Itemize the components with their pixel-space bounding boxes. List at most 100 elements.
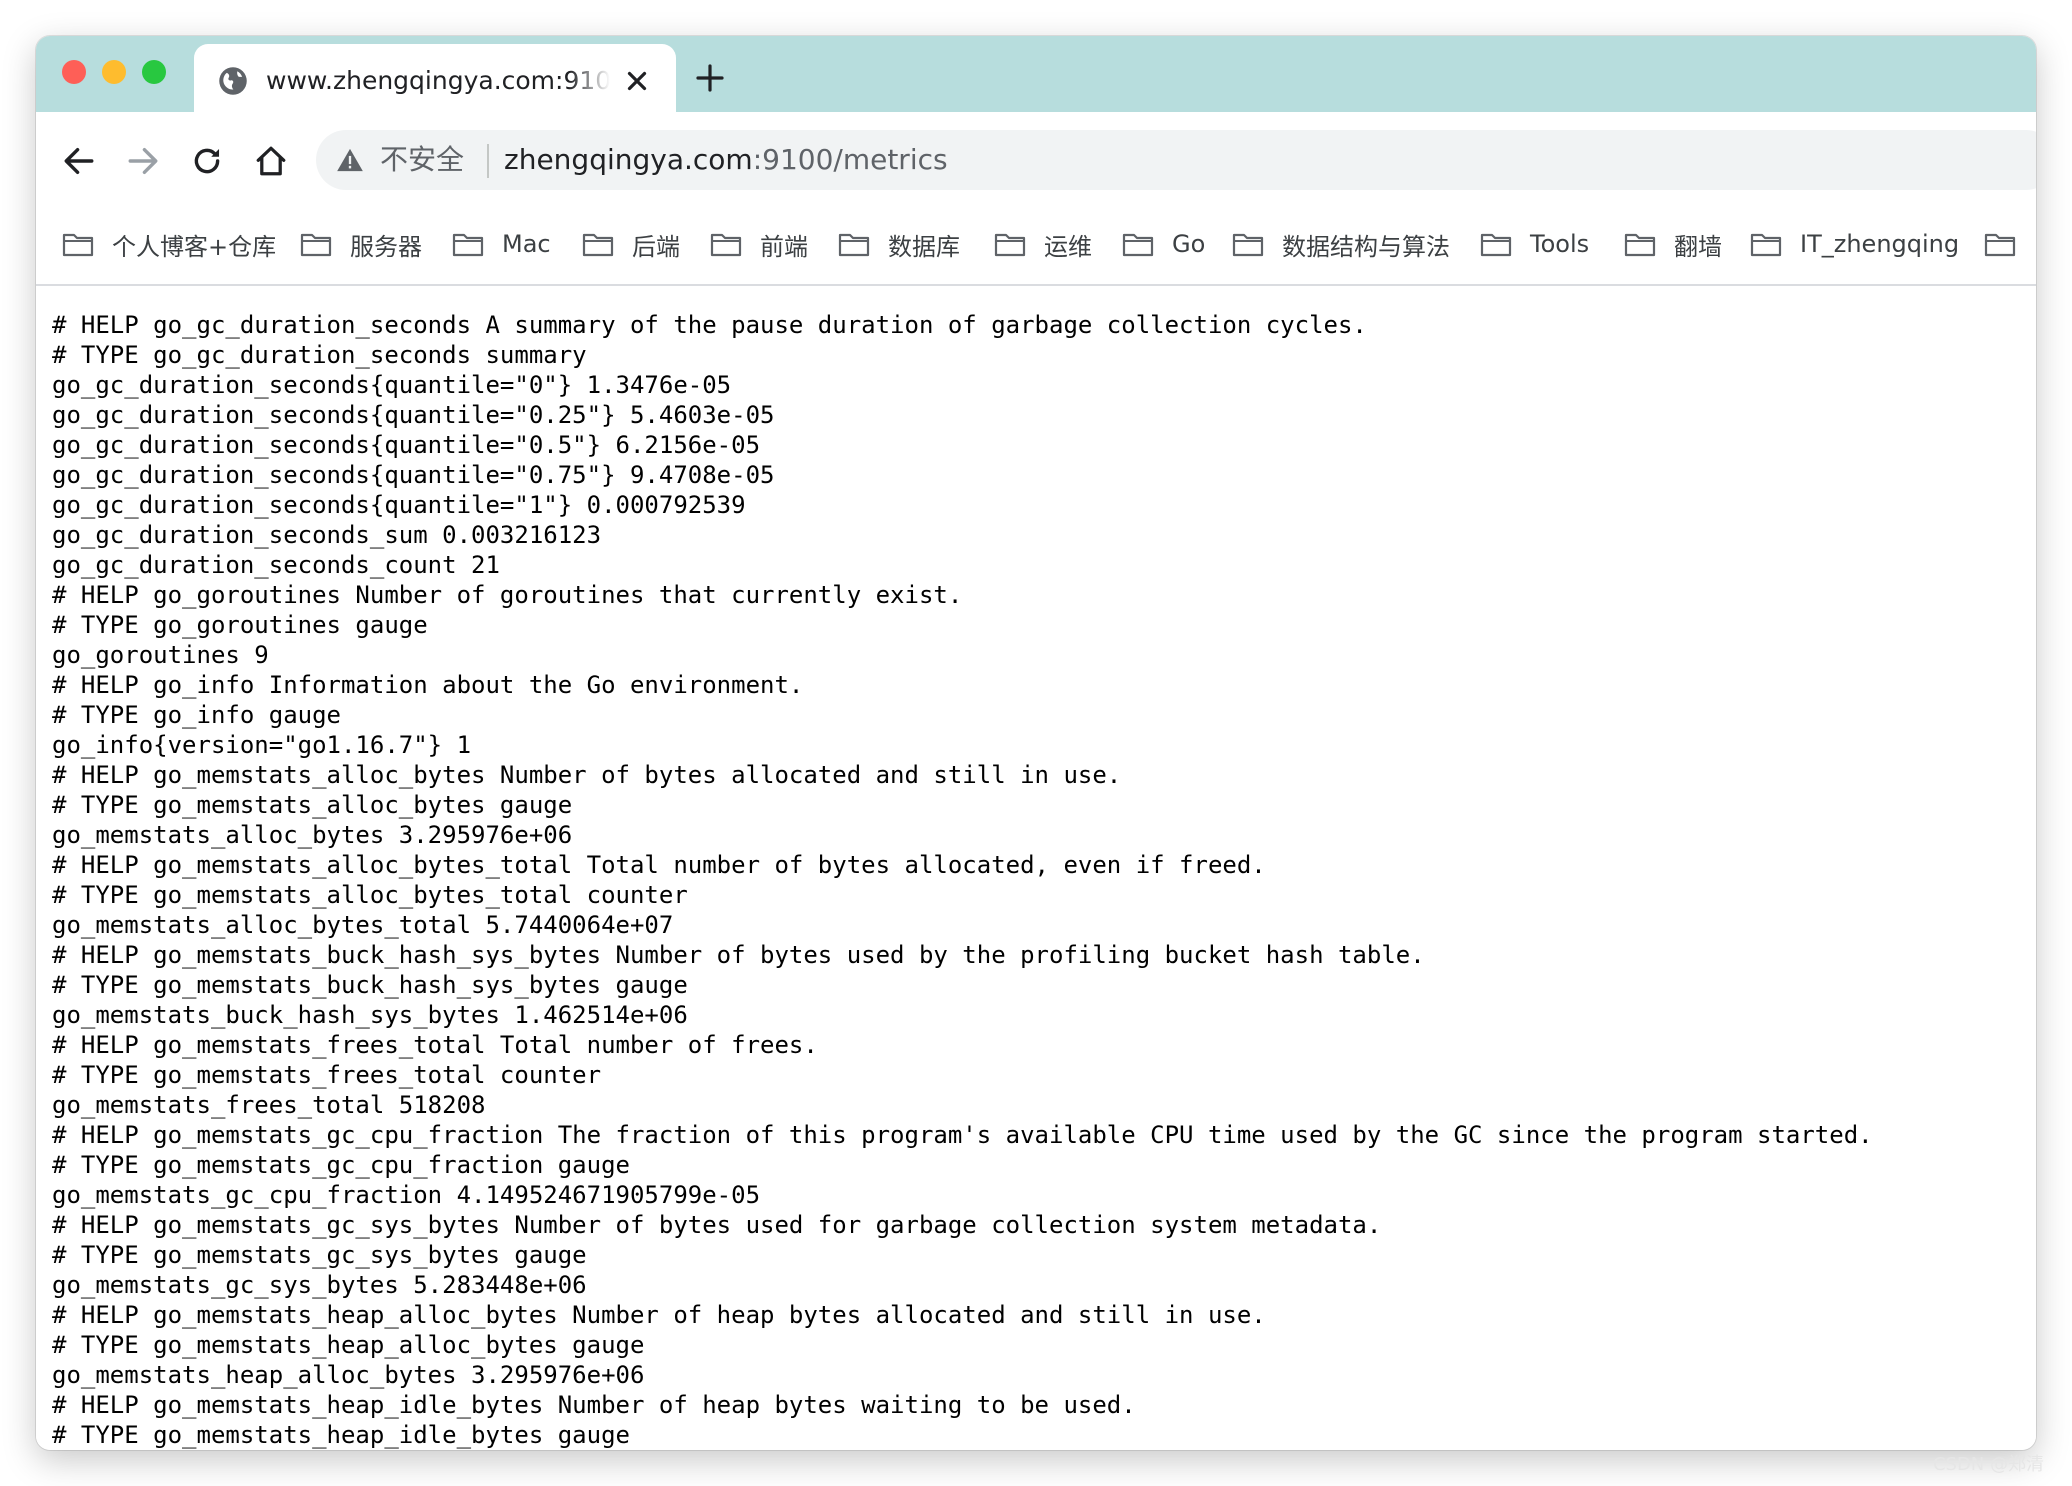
folder-icon <box>1750 233 1782 257</box>
metric-line: go_memstats_heap_alloc_bytes 3.295976e+0… <box>52 1361 645 1389</box>
metric-line: go_memstats_buck_hash_sys_bytes 1.462514… <box>52 1001 688 1029</box>
folder-icon <box>300 233 332 257</box>
metric-line: # HELP go_memstats_gc_cpu_fraction The f… <box>52 1121 1873 1149</box>
metric-line: go_gc_duration_seconds_sum 0.003216123 <box>52 521 602 549</box>
metric-line: # HELP go_memstats_frees_total Total num… <box>52 1031 818 1059</box>
metric-line: go_gc_duration_seconds{quantile="0.5"} 6… <box>52 431 761 459</box>
metric-line: go_memstats_gc_cpu_fraction 4.1495246719… <box>52 1181 761 1209</box>
globe-icon <box>219 67 247 95</box>
bookmark-label: 服务器 <box>350 232 422 261</box>
metric-line: go_memstats_gc_sys_bytes 5.283448e+06 <box>52 1271 587 1299</box>
folder-icon <box>838 233 870 257</box>
metric-line: # HELP go_memstats_gc_sys_bytes Number o… <box>52 1211 1382 1239</box>
bookmark-item[interactable]: 翻墙 <box>1624 226 1722 262</box>
warning-triangle-icon[interactable] <box>336 146 364 174</box>
bookmark-label: 翻墙 <box>1674 232 1722 261</box>
close-window-button[interactable] <box>62 60 86 84</box>
url-path: :9100/metrics <box>752 143 948 176</box>
bookmark-item[interactable]: 数据结构与算法 <box>1232 226 1450 262</box>
bookmark-label: I <box>2034 230 2036 258</box>
bookmark-item[interactable]: 个人博客+仓库 <box>62 226 276 262</box>
active-tab[interactable]: www.zhengqingya.com:9100/metrics <box>194 44 676 112</box>
home-icon[interactable] <box>254 144 288 178</box>
address-bar[interactable]: 不安全 zhengqingya.com:9100/metrics <box>316 130 2036 190</box>
metric-line: # TYPE go_memstats_alloc_bytes gauge <box>52 791 573 819</box>
metric-line: go_gc_duration_seconds_count 21 <box>52 551 500 579</box>
toolbar: 不安全 zhengqingya.com:9100/metrics <box>36 112 2036 208</box>
folder-icon <box>582 233 614 257</box>
metric-line: # TYPE go_info gauge <box>52 701 341 729</box>
folder-icon <box>710 233 742 257</box>
forward-arrow-icon[interactable] <box>126 144 160 178</box>
bookmark-label: Tools <box>1530 230 1590 258</box>
bookmark-label: 前端 <box>760 232 808 261</box>
bookmark-item[interactable]: IT_zhengqing <box>1750 226 1959 262</box>
metric-line: go_gc_duration_seconds{quantile="0"} 1.3… <box>52 371 732 399</box>
not-secure-label[interactable]: 不安全 <box>380 142 464 178</box>
metric-line: # TYPE go_memstats_buck_hash_sys_bytes g… <box>52 971 688 999</box>
metric-line: # TYPE go_gc_duration_seconds summary <box>52 341 587 369</box>
metric-line: go_gc_duration_seconds{quantile="0.75"} … <box>52 461 775 489</box>
bookmark-label: 数据结构与算法 <box>1282 232 1450 261</box>
metric-line: # HELP go_goroutines Number of goroutine… <box>52 581 963 609</box>
bookmark-item[interactable]: 后端 <box>582 226 680 262</box>
bookmark-item[interactable]: 服务器 <box>300 226 422 262</box>
bookmark-item[interactable]: 运维 <box>994 226 1092 262</box>
bookmark-item[interactable]: 前端 <box>710 226 808 262</box>
tab-title: www.zhengqingya.com:9100/metrics <box>266 66 610 95</box>
tab-strip: www.zhengqingya.com:9100/metrics <box>36 36 2036 112</box>
bookmark-label: Go <box>1172 230 1206 258</box>
bookmark-label: 运维 <box>1044 232 1092 261</box>
metric-line: go_gc_duration_seconds{quantile="1"} 0.0… <box>52 491 746 519</box>
bookmark-label: Mac <box>502 230 551 258</box>
metric-line: # TYPE go_memstats_gc_sys_bytes gauge <box>52 1241 587 1269</box>
bookmark-label: 后端 <box>632 232 680 261</box>
metric-line: # TYPE go_memstats_gc_cpu_fraction gauge <box>52 1151 630 1179</box>
folder-icon <box>994 233 1026 257</box>
close-icon[interactable] <box>622 66 652 96</box>
metric-line: go_memstats_alloc_bytes 3.295976e+06 <box>52 821 573 849</box>
watermark: CSDN @郑清 <box>1932 1454 2044 1475</box>
metric-line: go_gc_duration_seconds{quantile="0.25"} … <box>52 401 775 429</box>
folder-icon <box>452 233 484 257</box>
bookmark-item[interactable]: Mac <box>452 226 551 262</box>
folder-icon <box>1480 233 1512 257</box>
folder-icon <box>1624 233 1656 257</box>
browser-window: www.zhengqingya.com:9100/metrics <box>36 36 2036 1450</box>
metric-line: go_goroutines 9 <box>52 641 269 669</box>
metric-line: # HELP go_memstats_alloc_bytes_total Tot… <box>52 851 1266 879</box>
metric-line: # TYPE go_memstats_alloc_bytes_total cou… <box>52 881 688 909</box>
omnibox-divider <box>487 144 489 178</box>
metric-line: # HELP go_memstats_heap_idle_bytes Numbe… <box>52 1391 1136 1419</box>
metric-line: go_info{version="go1.16.7"} 1 <box>52 731 472 759</box>
metric-line: # TYPE go_memstats_heap_idle_bytes gauge <box>52 1421 630 1449</box>
metric-line: # HELP go_memstats_heap_alloc_bytes Numb… <box>52 1301 1266 1329</box>
metric-line: # HELP go_gc_duration_seconds A summary … <box>52 311 1367 339</box>
metric-line: go_memstats_frees_total 518208 <box>52 1091 486 1119</box>
bookmarks-bar: 个人博客+仓库 服务器 Mac 后端 前端 数据库 运维 Go 数据结构与算法 Tools 翻墙 IT… <box>36 208 2036 286</box>
url-text[interactable]: zhengqingya.com:9100/metrics <box>504 142 948 178</box>
bookmark-item[interactable]: 数据库 <box>838 226 960 262</box>
bookmark-item[interactable]: Tools <box>1480 226 1589 262</box>
bookmark-item[interactable]: Go <box>1122 226 1205 262</box>
minimize-window-button[interactable] <box>102 60 126 84</box>
metric-line: # HELP go_info Information about the Go … <box>52 671 804 699</box>
folder-icon <box>62 233 94 257</box>
metric-line: # TYPE go_memstats_heap_alloc_bytes gaug… <box>52 1331 645 1359</box>
new-tab-plus-icon[interactable] <box>694 62 726 94</box>
metric-line: # TYPE go_goroutines gauge <box>52 611 428 639</box>
bookmark-label: 数据库 <box>888 232 960 261</box>
page-content: # HELP go_gc_duration_seconds A summary … <box>36 286 2036 1450</box>
zoom-window-button[interactable] <box>142 60 166 84</box>
metric-line: # HELP go_memstats_buck_hash_sys_bytes N… <box>52 941 1425 969</box>
back-arrow-icon[interactable] <box>62 144 96 178</box>
folder-icon <box>1122 233 1154 257</box>
metric-line: # TYPE go_memstats_frees_total counter <box>52 1061 602 1089</box>
bookmark-label: 个人博客+仓库 <box>112 232 277 261</box>
folder-icon <box>1232 233 1264 257</box>
bookmark-label: IT_zhengqing <box>1800 230 1960 258</box>
folder-icon <box>1984 233 2016 257</box>
reload-icon[interactable] <box>190 144 224 178</box>
bookmark-item[interactable]: I <box>1984 226 2036 262</box>
metric-line: # HELP go_memstats_alloc_bytes Number of… <box>52 761 1122 789</box>
